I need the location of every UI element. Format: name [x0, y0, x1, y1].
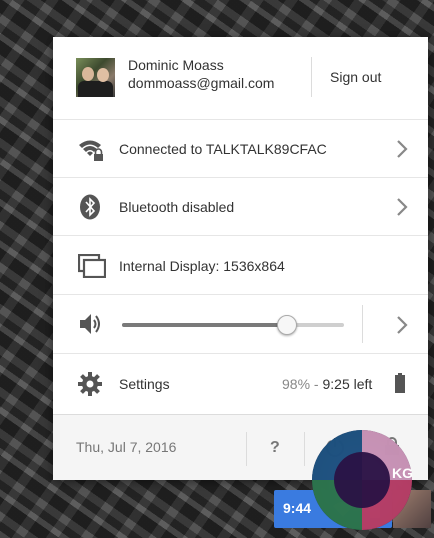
display-icon: [78, 254, 106, 278]
volume-thumb[interactable]: [277, 315, 298, 335]
logo-text: KG: [392, 465, 413, 481]
battery-percent: 98%: [282, 376, 311, 392]
divider: [304, 432, 305, 466]
network-label: Connected to TALKTALK89CFAC: [119, 141, 327, 157]
volume-slider[interactable]: [122, 315, 344, 335]
volume-icon[interactable]: [78, 312, 104, 336]
gear-icon: [78, 372, 102, 396]
chevron-right-icon: [397, 140, 408, 158]
bluetooth-icon: [80, 194, 100, 220]
help-button[interactable]: ?: [270, 439, 280, 457]
display-label: Internal Display: 1536x864: [119, 258, 285, 274]
volume-row: [53, 295, 428, 354]
user-card: Dominic Moass dommoass@gmail.com Sign ou…: [53, 37, 428, 120]
user-email: dommoass@gmail.com: [128, 75, 275, 91]
bluetooth-row[interactable]: Bluetooth disabled: [53, 178, 428, 236]
battery-separator: -: [310, 376, 323, 392]
bluetooth-label: Bluetooth disabled: [119, 199, 235, 215]
sign-out-button[interactable]: Sign out: [330, 69, 381, 85]
system-tray-menu: Dominic Moass dommoass@gmail.com Sign ou…: [53, 37, 428, 480]
divider: [311, 57, 312, 97]
date-label[interactable]: Thu, Jul 7, 2016: [76, 439, 176, 455]
volume-fill: [122, 323, 287, 327]
user-avatar: [76, 58, 115, 97]
chevron-right-icon[interactable]: [396, 315, 408, 335]
divider: [246, 432, 247, 466]
network-row[interactable]: Connected to TALKTALK89CFAC: [53, 120, 428, 178]
settings-label: Settings: [119, 376, 170, 392]
user-name: Dominic Moass: [128, 57, 224, 73]
wifi-lock-icon: [79, 140, 103, 161]
battery-time: 9:25 left: [322, 376, 373, 392]
battery-icon: [395, 373, 405, 393]
chevron-right-icon: [397, 198, 408, 216]
battery-status: 98% - 9:25 left: [282, 376, 372, 392]
settings-row[interactable]: Settings 98% - 9:25 left: [53, 354, 428, 414]
divider: [362, 305, 363, 343]
watermark-logo: KG: [312, 430, 413, 530]
display-row[interactable]: Internal Display: 1536x864: [53, 236, 428, 295]
clock: 9:44: [283, 500, 312, 516]
